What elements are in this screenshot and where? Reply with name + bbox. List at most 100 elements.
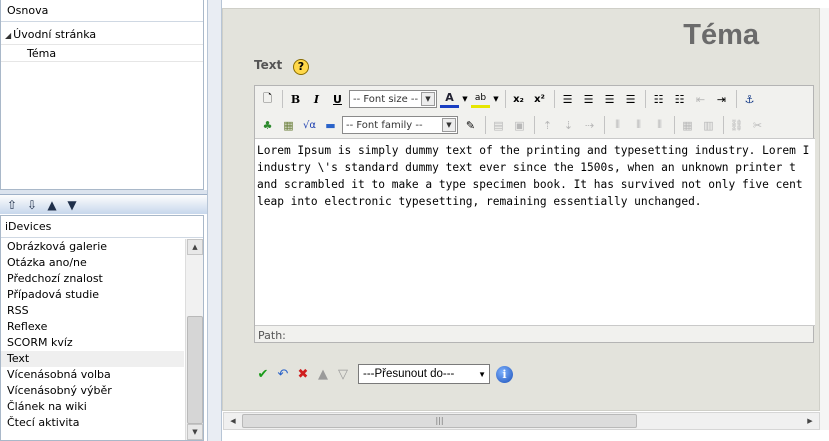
idevice-item[interactable]: Obrázková galerie (1, 239, 184, 255)
font-color-dropdown-icon[interactable]: ▼ (461, 90, 469, 109)
idevice-item[interactable]: Čtecí aktivita (1, 415, 184, 431)
page-title: Téma (683, 19, 759, 51)
font-color-icon[interactable]: A (440, 91, 459, 108)
idevice-item[interactable]: SCORM kvíz (1, 335, 184, 351)
math-formula-icon[interactable]: √α (300, 116, 319, 135)
insert-media-icon[interactable]: ▦ (279, 116, 298, 135)
insert-row-after-icon[interactable]: ⇣ (559, 116, 578, 135)
unlink-icon[interactable]: ✂ (748, 116, 767, 135)
idevice-item[interactable]: Otázka ano/ne (1, 255, 184, 271)
idevice-item[interactable]: Vícenásobný výběr (1, 383, 184, 399)
tree-item-topic[interactable]: Téma (1, 44, 203, 62)
pane-divider[interactable] (207, 0, 222, 441)
scroll-down-icon[interactable]: ▼ (187, 424, 203, 440)
help-icon[interactable]: ? (293, 59, 309, 75)
expanded-triangle-icon[interactable]: ◢ (5, 31, 11, 40)
idevice-item[interactable]: RSS (1, 303, 184, 319)
highlight-color-icon[interactable]: ab (471, 91, 490, 108)
promote-icon[interactable]: ⇧ (2, 197, 22, 213)
editor-line: leap into electronic typesetting, remain… (257, 195, 702, 208)
bullet-list-icon[interactable]: ☷ (649, 90, 668, 109)
font-family-select[interactable]: -- Font family -- ▼ (342, 116, 458, 134)
font-size-select[interactable]: -- Font size -- ▼ (349, 90, 437, 108)
editor-toolbar-row-2: ♣ ▦ √α ▬ -- Font family -- ▼ ✎ ▤ ▣ ⇡ ⇣ ⇢ (255, 112, 813, 138)
editor-text-area[interactable]: Lorem Ipsum is simply dummy text of the … (255, 138, 815, 326)
tree-item-home[interactable]: ◢ Úvodní stránka (1, 26, 203, 44)
scroll-thumb[interactable]: ||| (242, 414, 637, 428)
editor-line: and scrambled it to make a type specimen… (257, 178, 803, 191)
font-family-value: -- Font family -- (346, 119, 423, 131)
indent-icon[interactable]: ⇥ (712, 90, 731, 109)
info-icon[interactable]: i (496, 365, 513, 383)
chevron-down-icon[interactable]: ▼ (442, 118, 456, 132)
chevron-down-icon[interactable]: ▼ (478, 370, 486, 379)
link-icon[interactable]: ⛓ (727, 116, 746, 135)
move-to-select[interactable]: ---Přesunout do--- ▼ (358, 364, 490, 384)
idevice-item[interactable]: Reflexe (1, 319, 184, 335)
editor-line: industry \'s standard dummy text ever si… (257, 161, 796, 174)
outline-header: Osnova (1, 0, 203, 22)
numbered-list-icon[interactable]: ☷ (670, 90, 689, 109)
tree-item-topic-label: Téma (27, 47, 57, 60)
toolbar-separator (485, 116, 486, 134)
scroll-thumb[interactable] (187, 316, 203, 424)
subscript-icon[interactable]: x₂ (509, 90, 528, 109)
bold-icon[interactable]: B (286, 90, 305, 109)
insert-image-icon[interactable]: ♣ (258, 116, 277, 135)
app-window: Osnova ◢ Úvodní stránka Téma ⇧ ⇩ ▲ ▼ iDev… (0, 0, 829, 441)
move-page-up-icon[interactable]: ▲ (42, 197, 62, 213)
align-left-icon[interactable]: ☰ (558, 90, 577, 109)
insert-col-after-icon[interactable]: ⫴ (629, 116, 648, 135)
chevron-down-icon[interactable]: ▼ (421, 92, 435, 106)
table-props-icon[interactable]: ▤ (489, 116, 508, 135)
edit-html-icon[interactable]: ✎ (461, 116, 480, 135)
toolbar-separator (282, 90, 283, 108)
demote-icon[interactable]: ⇩ (22, 197, 42, 213)
cell-props-icon[interactable]: ▣ (510, 116, 529, 135)
scroll-left-icon[interactable]: ◀ (225, 414, 241, 428)
horizontal-rule-icon[interactable]: ▬ (321, 116, 340, 135)
editor-path-label: Path: (258, 329, 286, 342)
idevice-item-selected[interactable]: Text (1, 351, 184, 367)
insert-col-before-icon[interactable]: ⫴ (608, 116, 627, 135)
scroll-up-icon[interactable]: ▲ (187, 239, 203, 255)
idevices-header: iDevices (1, 216, 203, 238)
move-page-down-icon[interactable]: ▼ (62, 197, 82, 213)
editor-line: Lorem Ipsum is simply dummy text of the … (257, 144, 810, 157)
delete-col-icon[interactable]: ⫴ (650, 116, 669, 135)
main-area: Téma Text ? 🗋 B I U -- Font size -- ▼ A … (222, 0, 829, 441)
split-cells-icon[interactable]: ▥ (699, 116, 718, 135)
italic-icon[interactable]: I (307, 90, 326, 109)
idevice-editor-area: Téma Text ? 🗋 B I U -- Font size -- ▼ A … (222, 8, 820, 411)
scroll-right-icon[interactable]: ▶ (802, 414, 818, 428)
check-icon[interactable]: ✔ (254, 365, 272, 383)
align-right-icon[interactable]: ☰ (600, 90, 619, 109)
delete-row-icon[interactable]: ⇢ (580, 116, 599, 135)
toolbar-separator (674, 116, 675, 134)
new-document-icon[interactable]: 🗋 (258, 90, 277, 109)
insert-row-before-icon[interactable]: ⇡ (538, 116, 557, 135)
toolbar-separator (554, 90, 555, 108)
outdent-icon[interactable]: ⇤ (691, 90, 710, 109)
outline-panel: Osnova ◢ Úvodní stránka Téma (0, 0, 204, 190)
idevice-item[interactable]: Vícenásobná volba (1, 367, 184, 383)
align-justify-icon[interactable]: ☰ (621, 90, 640, 109)
idevice-item[interactable]: Článek na wiki (1, 399, 184, 415)
align-center-icon[interactable]: ☰ (579, 90, 598, 109)
font-size-value: -- Font size -- (353, 93, 419, 105)
vertical-scrollbar[interactable] (820, 8, 829, 430)
highlight-dropdown-icon[interactable]: ▼ (492, 90, 500, 109)
delete-icon[interactable]: ✖ (294, 365, 312, 383)
idevice-item[interactable]: Předchozí znalost (1, 271, 184, 287)
horizontal-scrollbar[interactable]: ◀ ||| ▶ (223, 412, 820, 430)
move-up-icon[interactable]: ▲ (314, 365, 332, 383)
underline-icon[interactable]: U (328, 90, 347, 109)
merge-cells-icon[interactable]: ▦ (678, 116, 697, 135)
idevices-scrollbar[interactable]: ▲ ▼ (185, 239, 203, 440)
superscript-icon[interactable]: x² (530, 90, 549, 109)
toolbar-separator (736, 90, 737, 108)
anchor-icon[interactable]: ⚓ (740, 90, 759, 109)
idevice-item[interactable]: Případová studie (1, 287, 184, 303)
undo-icon[interactable]: ↶ (274, 365, 292, 383)
move-down-icon[interactable]: ▽ (334, 365, 352, 383)
